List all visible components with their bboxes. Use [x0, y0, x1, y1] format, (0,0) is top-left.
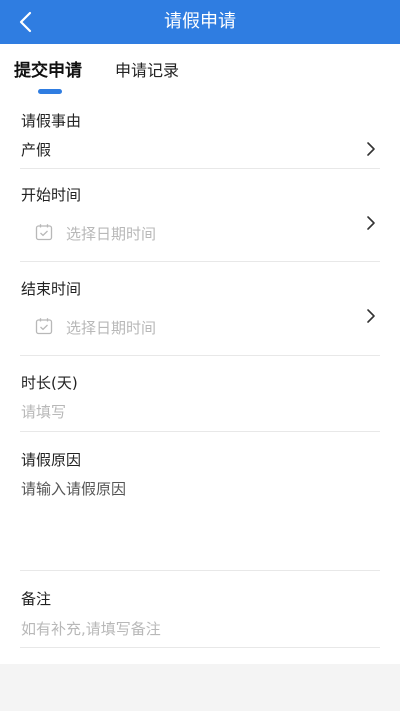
reason-textarea[interactable]: 请输入请假原因	[21, 478, 126, 499]
remark-label: 备注	[21, 590, 52, 608]
divider	[20, 168, 380, 169]
page-title: 请假申请	[164, 11, 236, 32]
chevron-right-icon[interactable]	[366, 308, 376, 324]
leave-type-label: 请假事由	[21, 112, 82, 130]
chevron-right-icon[interactable]	[366, 215, 376, 231]
tab-bar: 提交申请 申请记录	[0, 44, 400, 98]
divider	[20, 261, 380, 262]
chevron-right-icon[interactable]	[366, 141, 376, 157]
duration-field[interactable]: 时长(天) 请填写	[20, 370, 380, 431]
divider	[20, 431, 380, 432]
leave-type-field[interactable]: 请假事由 产假	[20, 108, 380, 168]
calendar-icon	[35, 224, 53, 241]
divider	[20, 355, 380, 356]
start-time-field[interactable]: 开始时间 选择日期时间	[20, 182, 380, 261]
remark-input[interactable]: 如有补充,请填写备注	[21, 618, 161, 639]
end-time-label: 结束时间	[21, 280, 82, 298]
reason-label: 请假原因	[21, 451, 82, 469]
divider	[20, 647, 380, 648]
start-time-label: 开始时间	[21, 186, 82, 204]
divider	[20, 570, 380, 571]
top-nav-bar: 请假申请	[0, 0, 400, 44]
active-tab-indicator	[38, 89, 62, 94]
calendar-icon	[35, 318, 53, 335]
end-time-field[interactable]: 结束时间 选择日期时间	[20, 276, 380, 355]
duration-input[interactable]: 请填写	[21, 401, 66, 422]
tab-application-records[interactable]: 申请记录	[115, 60, 179, 82]
reason-field[interactable]: 请假原因 请输入请假原因	[20, 447, 380, 570]
tab-submit-application[interactable]: 提交申请	[14, 60, 82, 82]
end-time-placeholder: 选择日期时间	[66, 319, 157, 337]
leave-type-value: 产假	[21, 141, 52, 159]
form-panel: 提交申请 申请记录 请假事由 产假 开始时间 选择日期时间 结束时间 选择日期时…	[0, 44, 400, 664]
page: 请假申请 提交申请 申请记录 请假事由 产假 开始时间 选择日期时间 结束时间 …	[0, 0, 400, 711]
remark-field[interactable]: 备注 如有补充,请填写备注	[20, 586, 380, 647]
duration-label: 时长(天)	[21, 374, 78, 392]
start-time-placeholder: 选择日期时间	[66, 225, 157, 243]
